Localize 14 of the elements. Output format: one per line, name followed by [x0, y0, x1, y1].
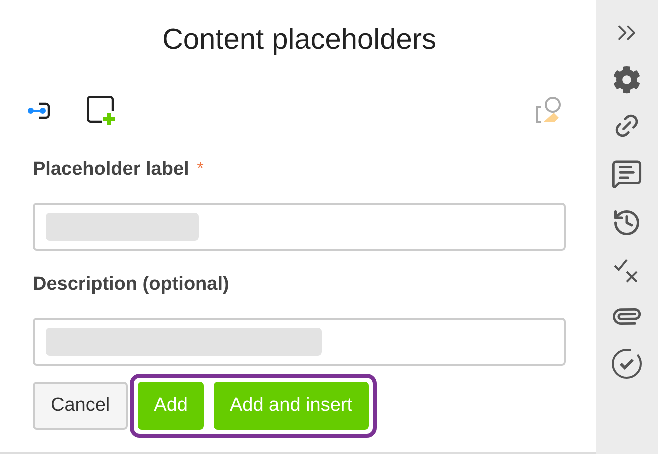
settings-icon[interactable] — [613, 66, 641, 94]
comment-icon[interactable] — [611, 158, 643, 190]
field-label: Description (optional) — [33, 273, 230, 297]
required-mark: * — [197, 158, 204, 180]
add-button[interactable]: Add and insert — [214, 382, 368, 430]
text-field[interactable] — [33, 203, 566, 251]
field-label: Placeholder label — [33, 158, 190, 182]
add-frame-icon[interactable] — [87, 96, 117, 126]
panel-title: Content placeholders — [161, 23, 438, 58]
add-button[interactable]: Add — [138, 382, 204, 430]
text-field[interactable] — [33, 318, 566, 366]
history-icon[interactable] — [612, 208, 642, 238]
cancel-button[interactable]: Cancel — [33, 382, 128, 430]
check-circle-icon[interactable] — [611, 348, 643, 380]
